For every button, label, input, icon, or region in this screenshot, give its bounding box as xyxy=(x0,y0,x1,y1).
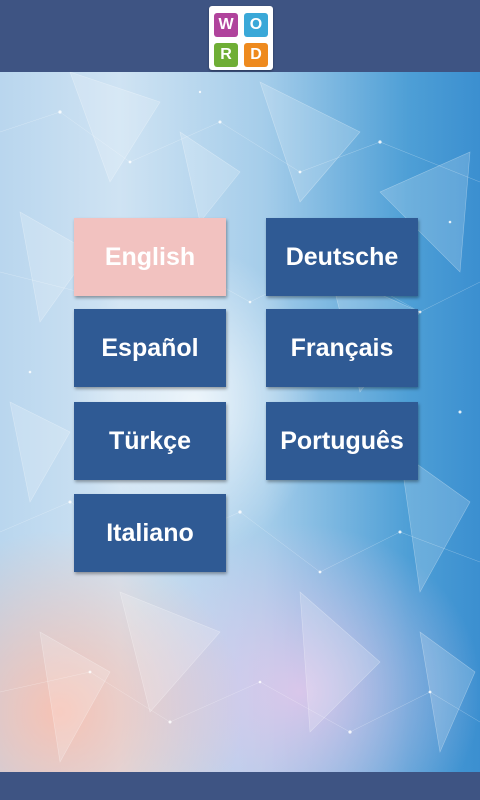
bottom-bar xyxy=(0,772,480,800)
language-button-espanol[interactable]: Español xyxy=(74,309,226,387)
language-button-francais[interactable]: Français xyxy=(266,309,418,387)
language-button-turkce[interactable]: Türkçe xyxy=(74,402,226,480)
language-button-deutsche[interactable]: Deutsche xyxy=(266,218,418,296)
language-button-english[interactable]: English xyxy=(74,218,226,296)
language-button-italiano[interactable]: Italiano xyxy=(74,494,226,572)
word-logo: W O R D xyxy=(209,6,273,70)
language-button-portugues[interactable]: Português xyxy=(266,402,418,480)
logo-tile-o: O xyxy=(244,13,268,37)
logo-tile-d: D xyxy=(244,43,268,67)
top-bar: W O R D xyxy=(0,0,480,72)
logo-tile-r: R xyxy=(214,43,238,67)
app-screen: W O R D English Deutsche Español Françai… xyxy=(0,0,480,800)
logo-tile-w: W xyxy=(214,13,238,37)
